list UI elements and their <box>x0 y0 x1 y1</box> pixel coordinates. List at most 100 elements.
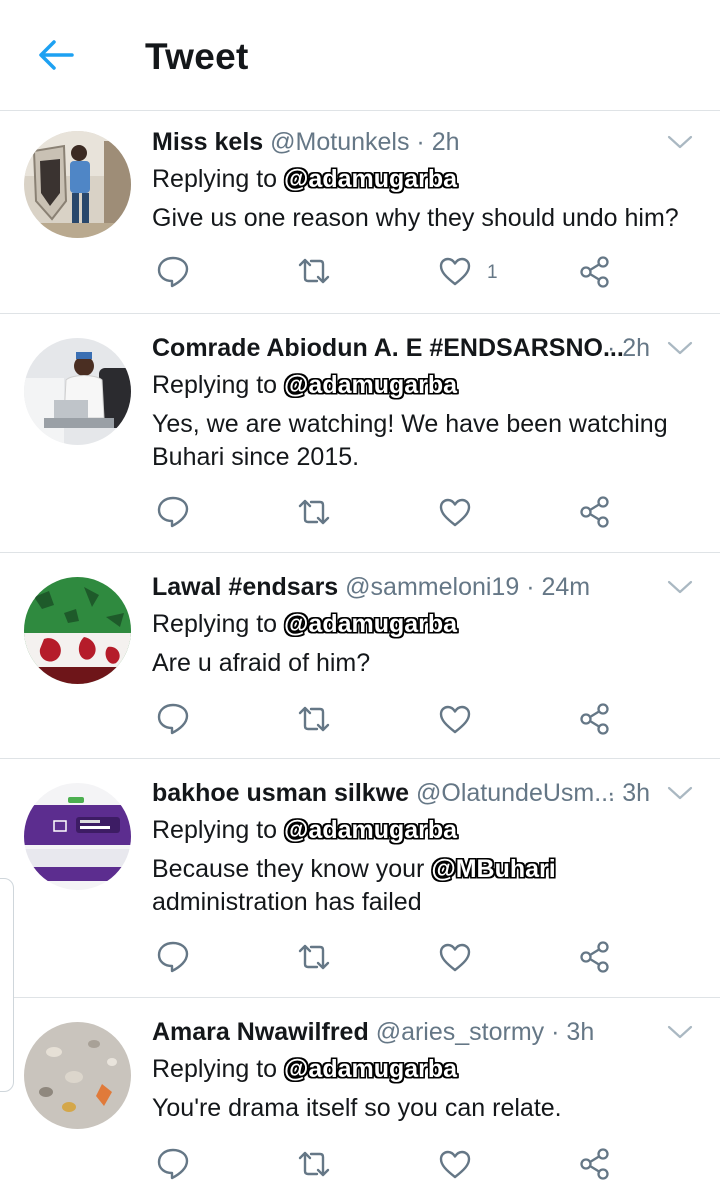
back-button[interactable] <box>36 37 76 73</box>
retweet-button[interactable] <box>296 704 332 734</box>
reply-icon <box>157 941 189 973</box>
tweet-text: Yes, we are watching! We have been watch… <box>152 408 692 474</box>
like-button[interactable] <box>438 497 472 527</box>
like-button[interactable] <box>438 704 472 734</box>
tweet-item[interactable]: Comrade Abiodun A. E #ENDSARSNO... · 2h … <box>0 314 720 553</box>
page-title: Tweet <box>145 36 249 77</box>
tweet-time: · 2h <box>416 128 460 156</box>
share-icon <box>580 941 609 973</box>
share-button[interactable] <box>578 702 612 736</box>
tweet-header: Miss kels @Motunkels · 2h <box>152 127 460 157</box>
tweet-item[interactable]: Amara Nwawilfred @aries_stormy · 3h Repl… <box>0 998 720 1197</box>
like-button[interactable] <box>438 1149 472 1179</box>
tweet-text-line: Because they know your @MBuhari <box>152 853 692 886</box>
replying-to: Replying to @adamugarba <box>152 1054 457 1084</box>
tweet-text-line: You're drama itself so you can relate. <box>152 1094 562 1122</box>
tweet-text-line: Yes, we are watching! We have been watch… <box>152 410 668 438</box>
retweet-button[interactable] <box>296 497 332 527</box>
share-button[interactable] <box>578 1147 612 1181</box>
retweet-icon <box>298 258 330 284</box>
author-handle[interactable]: @sammeloni19 <box>345 573 519 601</box>
replying-to: Replying to @adamugarba <box>152 164 457 194</box>
tweet-menu-caret[interactable] <box>666 578 694 596</box>
tweet-header: Lawal #endsars @sammeloni19 · 24m <box>152 572 590 602</box>
reply-button[interactable] <box>156 494 190 528</box>
reply-button[interactable] <box>156 939 190 973</box>
tweet-menu-caret[interactable] <box>666 1023 694 1041</box>
tweet-menu-caret[interactable] <box>666 339 694 357</box>
like-icon <box>439 257 471 286</box>
tweet-menu-caret[interactable] <box>666 133 694 151</box>
tweet-menu-caret[interactable] <box>666 784 694 802</box>
like-button[interactable] <box>438 256 472 286</box>
retweet-button[interactable] <box>296 256 332 286</box>
reply-button[interactable] <box>156 1146 190 1180</box>
share-icon <box>580 703 609 735</box>
author-name[interactable]: Miss kels <box>152 128 263 156</box>
share-button[interactable] <box>578 255 612 289</box>
author-name[interactable]: Amara Nwawilfred <box>152 1018 369 1046</box>
arrow-left-icon <box>39 40 74 70</box>
edge-panel-handle[interactable] <box>0 878 14 1092</box>
share-icon <box>580 496 609 528</box>
share-button[interactable] <box>578 940 612 974</box>
tweet-header: Amara Nwawilfred @aries_stormy · 3h <box>152 1017 594 1047</box>
like-icon <box>439 705 471 734</box>
mention-link[interactable]: @adamugarba <box>284 371 457 399</box>
mention-link[interactable]: @adamugarba <box>284 165 457 193</box>
author-handle[interactable]: @Motunkels <box>270 128 409 156</box>
reply-icon <box>157 1148 189 1180</box>
tweet-time: · 3h <box>607 779 651 807</box>
mention-link[interactable]: @adamugarba <box>284 816 457 844</box>
replying-to: Replying to @adamugarba <box>152 609 457 639</box>
avatar[interactable] <box>24 338 131 445</box>
tweet-text-line: Buhari since 2015. <box>152 443 360 471</box>
tweet-item[interactable]: bakhoe usman silkwe @OlatundeUsm... · 3h… <box>0 759 720 998</box>
retweet-button[interactable] <box>296 942 332 972</box>
like-icon <box>439 1150 471 1179</box>
mention-link[interactable]: @adamugarba <box>284 610 457 638</box>
caret-down-icon <box>667 580 693 594</box>
reply-button[interactable] <box>156 701 190 735</box>
author-handle[interactable]: @aries_stormy <box>376 1018 544 1046</box>
tweet-header: Comrade Abiodun A. E #ENDSARSNO... <box>152 333 624 363</box>
author-handle[interactable]: @OlatundeUsm... <box>416 779 615 807</box>
like-icon <box>439 943 471 972</box>
tweet-item[interactable]: Miss kels @Motunkels · 2h Replying to @a… <box>0 111 720 314</box>
reply-button[interactable] <box>156 254 190 288</box>
avatar[interactable] <box>24 783 131 890</box>
caret-down-icon <box>667 786 693 800</box>
share-icon <box>580 256 609 288</box>
like-button[interactable] <box>438 942 472 972</box>
caret-down-icon <box>667 135 693 149</box>
replying-label: Replying to <box>152 165 278 193</box>
author-name[interactable]: bakhoe usman silkwe <box>152 779 409 807</box>
tweet-text: You're drama itself so you can relate. <box>152 1092 692 1125</box>
replying-label: Replying to <box>152 371 278 399</box>
avatar[interactable] <box>24 131 131 238</box>
tweet-time: · 2h <box>607 334 651 362</box>
replying-label: Replying to <box>152 1055 278 1083</box>
retweet-icon <box>298 1151 330 1177</box>
retweet-button[interactable] <box>296 1149 332 1179</box>
tweet-text-segment: Because they know your <box>152 855 425 883</box>
caret-down-icon <box>667 341 693 355</box>
mention-link[interactable]: @adamugarba <box>284 1055 457 1083</box>
tweet-item[interactable]: Lawal #endsars @sammeloni19 · 24m Replyi… <box>0 553 720 759</box>
avatar[interactable] <box>24 1022 131 1129</box>
author-name[interactable]: Comrade Abiodun A. E #ENDSARSNO... <box>152 334 624 362</box>
author-name[interactable]: Lawal #endsars <box>152 573 338 601</box>
tweet-text-line: Are u afraid of him? <box>152 649 371 677</box>
replying-label: Replying to <box>152 816 278 844</box>
tweet-time: · 3h <box>551 1018 595 1046</box>
caret-down-icon <box>667 1025 693 1039</box>
retweet-icon <box>298 499 330 525</box>
mention-link[interactable]: @MBuhari <box>431 855 555 883</box>
tweet-text-line: Give us one reason why they should undo … <box>152 204 679 232</box>
tweet-header: bakhoe usman silkwe @OlatundeUsm... <box>152 778 615 808</box>
avatar[interactable] <box>24 577 131 684</box>
top-bar: Tweet <box>0 0 720 111</box>
tweet-text: Give us one reason why they should undo … <box>152 202 692 235</box>
share-button[interactable] <box>578 495 612 529</box>
tweet-time: · 24m <box>526 573 591 601</box>
